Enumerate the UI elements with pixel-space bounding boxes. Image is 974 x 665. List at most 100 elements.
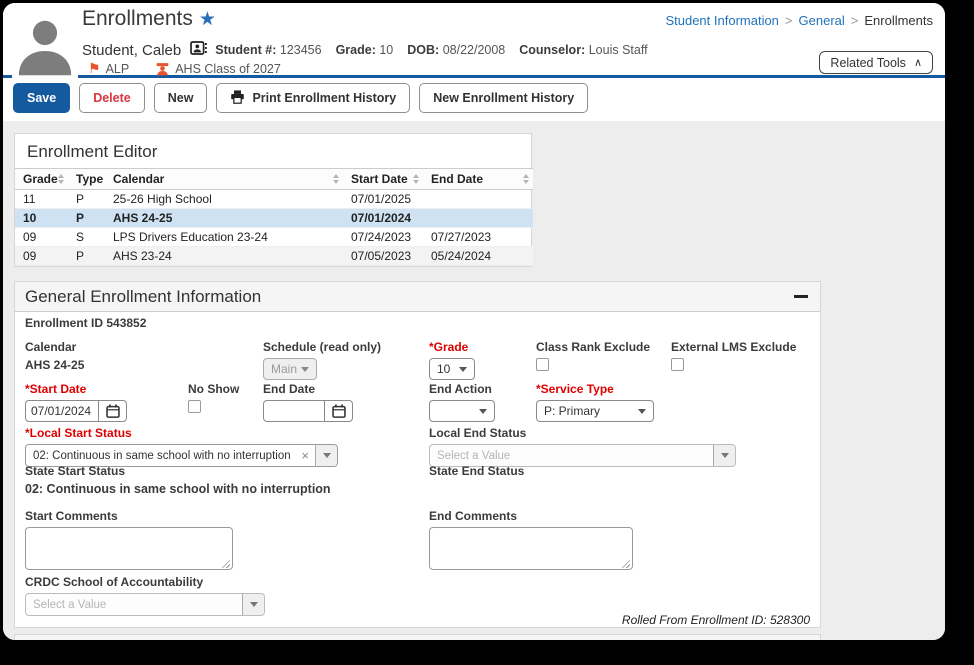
column-header-calendar[interactable]: Calendar xyxy=(105,168,343,190)
enrollment-row-drivers-ed[interactable]: 09 S LPS Drivers Education 23-24 07/24/2… xyxy=(15,227,533,247)
cell-grade[interactable]: 10 xyxy=(15,208,68,228)
column-header-grade[interactable]: Grade xyxy=(15,168,68,190)
end-date-input[interactable] xyxy=(263,400,325,422)
service-type-field: *Service Type P: Primary xyxy=(536,382,654,422)
state-end-status-field: State End Status xyxy=(429,464,524,482)
enrollment-row-2023[interactable]: 09 P AHS 23-24 07/05/2023 05/24/2024 xyxy=(15,246,533,266)
breadcrumb: Student Information General Enrollments xyxy=(665,13,933,28)
breadcrumb-student-information[interactable]: Student Information xyxy=(665,13,778,28)
cell-type[interactable]: S xyxy=(68,227,105,247)
grade-value: 10 xyxy=(379,43,394,57)
id-card-icon[interactable] xyxy=(190,41,208,59)
enrollment-row-2024-selected[interactable]: 10 P AHS 24-25 07/01/2024 xyxy=(15,208,533,228)
cell-end-date[interactable]: 05/24/2024 xyxy=(423,246,533,266)
sort-icon xyxy=(523,174,529,184)
student-header: Enrollments Student Information General En… xyxy=(3,3,945,78)
student-number-label: Student #: xyxy=(215,43,277,57)
delete-button[interactable]: Delete xyxy=(79,83,145,113)
no-show-checkbox[interactable] xyxy=(188,400,201,413)
flag-alp-label: ALP xyxy=(105,61,130,76)
column-label: Start Date xyxy=(351,172,408,186)
cell-start-date[interactable]: 07/05/2023 xyxy=(343,246,423,266)
class-rank-exclude-field: Class Rank Exclude xyxy=(536,340,650,374)
counselor-label: Counselor: xyxy=(519,43,586,57)
column-header-end-date[interactable]: End Date xyxy=(423,168,533,190)
breadcrumb-general[interactable]: General xyxy=(799,13,845,28)
cell-type[interactable]: P xyxy=(68,189,105,209)
start-date-label: *Start Date xyxy=(25,382,87,396)
breadcrumb-separator xyxy=(851,13,859,28)
clear-x-icon[interactable] xyxy=(295,445,315,466)
general-enrollment-header[interactable]: General Enrollment Information xyxy=(15,282,820,312)
breadcrumb-enrollments: Enrollments xyxy=(864,13,933,28)
cell-calendar[interactable]: LPS Drivers Education 23-24 xyxy=(105,227,343,247)
no-show-field: No Show xyxy=(188,382,239,416)
dropdown-arrow-button[interactable] xyxy=(242,594,264,615)
dropdown-arrow-icon xyxy=(301,366,309,372)
new-enrollment-history-button[interactable]: New Enrollment History xyxy=(419,83,589,113)
favorite-star-icon[interactable] xyxy=(199,9,216,30)
save-button[interactable]: Save xyxy=(13,83,71,113)
related-tools-button[interactable]: Related Tools xyxy=(819,51,933,74)
service-type-value: P: Primary xyxy=(544,404,601,418)
future-enrollment-header[interactable]: Future Enrollment xyxy=(15,635,820,640)
cell-grade[interactable]: 09 xyxy=(15,246,68,266)
enrollment-row-2025[interactable]: 11 P 25-26 High School 07/01/2025 xyxy=(15,189,533,209)
future-enrollment-card: Future Enrollment xyxy=(14,634,821,640)
new-button[interactable]: New xyxy=(153,83,208,113)
class-rank-exclude-checkbox[interactable] xyxy=(536,358,549,371)
calendar-value: AHS 24-25 xyxy=(25,358,85,372)
cell-end-date[interactable] xyxy=(423,208,533,228)
flag-alp[interactable]: ALP xyxy=(88,60,130,77)
schedule-select: Main xyxy=(263,358,317,380)
local-start-status-value: 02: Continuous in same school with no in… xyxy=(33,449,291,462)
cell-end-date[interactable]: 07/27/2023 xyxy=(423,227,533,247)
cell-type[interactable]: P xyxy=(68,208,105,228)
start-date-calendar-button[interactable] xyxy=(99,400,127,422)
crdc-combobox[interactable]: Select a Value xyxy=(25,593,265,616)
column-header-type[interactable]: Type xyxy=(68,168,105,190)
end-comments-textarea[interactable] xyxy=(429,527,633,570)
column-label: Grade xyxy=(23,172,58,186)
cell-type[interactable]: P xyxy=(68,246,105,266)
column-label: End Date xyxy=(431,172,484,186)
graduation-person-icon xyxy=(156,62,169,75)
dob-label: DOB: xyxy=(407,43,440,57)
cell-end-date[interactable] xyxy=(423,189,533,209)
start-comments-textarea[interactable] xyxy=(25,527,233,570)
end-action-select[interactable] xyxy=(429,400,495,422)
grade-label: Grade: xyxy=(335,43,376,57)
crdc-placeholder: Select a Value xyxy=(33,598,107,611)
cell-grade[interactable]: 11 xyxy=(15,189,68,209)
state-start-status-field: State Start Status 02: Continuous in sam… xyxy=(25,464,331,496)
cell-start-date[interactable]: 07/01/2024 xyxy=(343,208,423,228)
cell-calendar[interactable]: 25-26 High School xyxy=(105,189,343,209)
print-enrollment-history-button[interactable]: Print Enrollment History xyxy=(216,83,411,113)
cell-start-date[interactable]: 07/24/2023 xyxy=(343,227,423,247)
end-date-label: End Date xyxy=(263,382,316,396)
schedule-label: Schedule (read only) xyxy=(263,340,382,354)
external-lms-exclude-checkbox[interactable] xyxy=(671,358,684,371)
local-end-status-field: Local End Status Select a Value xyxy=(429,426,736,467)
content-area: Enrollment Editor Grade Type Calendar St… xyxy=(3,121,945,640)
dropdown-arrow-button[interactable] xyxy=(315,445,337,466)
end-action-field: End Action xyxy=(429,382,495,422)
dob-value: 08/22/2008 xyxy=(442,43,506,57)
flag-class-of-2027[interactable]: AHS Class of 2027 xyxy=(155,62,281,76)
sort-icon xyxy=(58,174,64,184)
cell-start-date[interactable]: 07/01/2025 xyxy=(343,189,423,209)
cell-calendar[interactable]: AHS 24-25 xyxy=(105,208,343,228)
calendar-icon xyxy=(331,404,346,418)
column-header-start-date[interactable]: Start Date xyxy=(343,168,423,190)
end-date-calendar-button[interactable] xyxy=(325,400,353,422)
grade-select[interactable]: 10 xyxy=(429,358,475,380)
cell-calendar[interactable]: AHS 23-24 xyxy=(105,246,343,266)
start-date-input[interactable] xyxy=(25,400,99,422)
enrollment-table: Grade Type Calendar Start Date End Date … xyxy=(15,168,533,266)
collapse-minus-icon[interactable] xyxy=(794,295,808,298)
service-type-select[interactable]: P: Primary xyxy=(536,400,654,422)
cell-grade[interactable]: 09 xyxy=(15,227,68,247)
student-avatar xyxy=(12,12,78,78)
calendar-label: Calendar xyxy=(25,340,77,354)
dropdown-arrow-button[interactable] xyxy=(713,445,735,466)
